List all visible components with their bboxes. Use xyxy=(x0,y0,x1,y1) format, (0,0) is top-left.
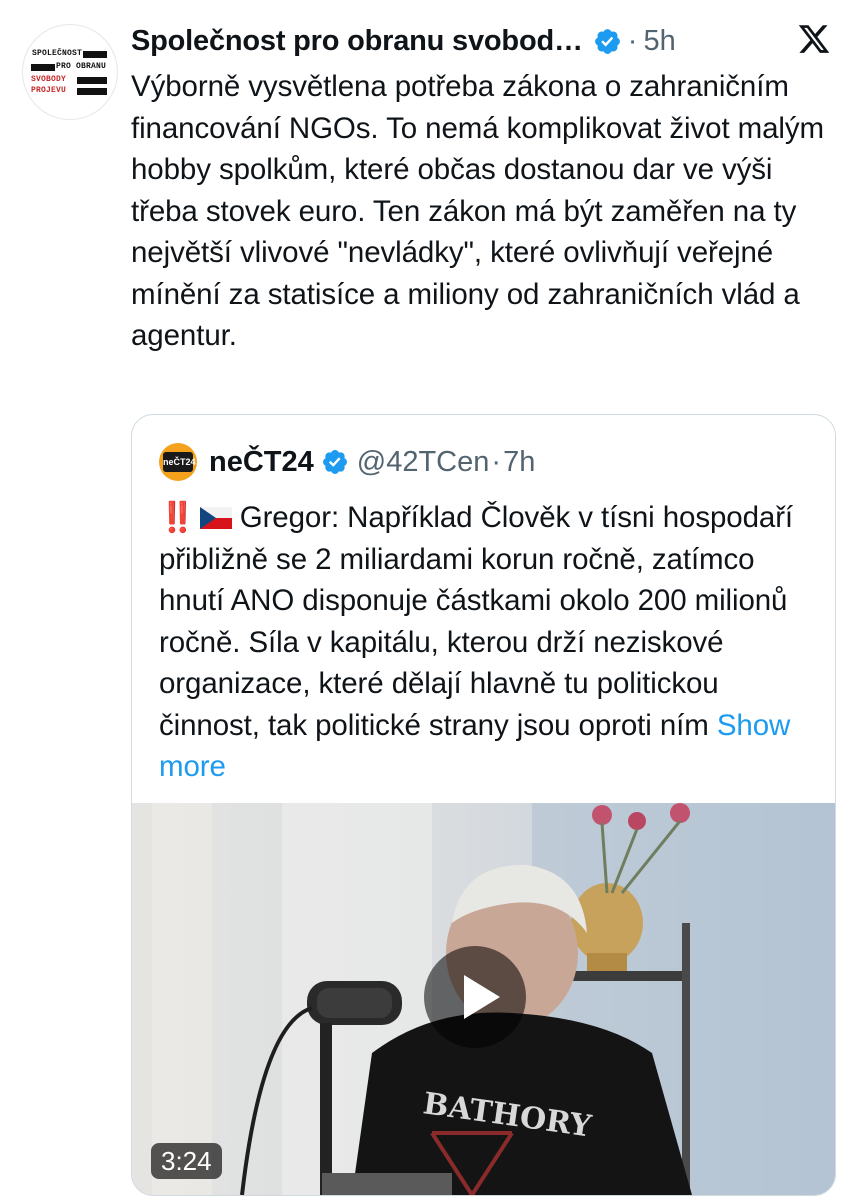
czech-flag-icon xyxy=(199,507,232,529)
separator-dot: · xyxy=(491,445,502,478)
author-avatar[interactable]: SPOLEČNOST PRO OBRANU SVOBODY PROJEVU xyxy=(22,24,118,120)
separator-dot: · xyxy=(627,24,638,57)
avatar-text-line-2: PRO OBRANU xyxy=(55,62,108,71)
verified-badge-icon xyxy=(594,28,620,54)
double-exclamation-icon: ‼️ xyxy=(159,501,196,534)
tweet-header: Společnost pro obranu svobod… · 5h xyxy=(131,24,676,58)
avatar-bar xyxy=(77,77,107,84)
quoted-avatar[interactable]: neČT24 xyxy=(159,443,197,481)
x-logo-icon[interactable] xyxy=(797,22,831,56)
quoted-avatar-text: neČT24 xyxy=(163,452,196,472)
quoted-body: Gregor: Například Člověk v tísni hospoda… xyxy=(159,501,794,742)
avatar-bar xyxy=(77,88,107,95)
avatar-text-line-4: PROJEVU xyxy=(31,86,67,95)
play-icon xyxy=(464,975,500,1019)
quoted-tweet[interactable]: neČT24 neČT24 @42TCen · 7h ‼️ Gregor: Nap… xyxy=(131,414,836,1196)
quoted-time[interactable]: 7h xyxy=(503,446,535,479)
quoted-handle[interactable]: @42TCen xyxy=(357,446,490,479)
tweet-text: Výborně vysvětlena potřeba zákona o zahr… xyxy=(131,70,824,352)
quoted-text: ‼️ Gregor: Například Člověk v tísni hospo… xyxy=(159,497,819,788)
avatar-text-line-3: SVOBODY xyxy=(31,75,67,84)
video-duration: 3:24 xyxy=(151,1143,222,1179)
play-button[interactable] xyxy=(424,946,526,1048)
tweet-time[interactable]: 5h xyxy=(643,25,675,58)
video-player[interactable]: BATHORY 3:24 xyxy=(132,803,835,1195)
verified-badge-icon xyxy=(322,450,347,474)
avatar-text-line-1: SPOLEČNOST xyxy=(31,49,84,58)
quoted-header: neČT24 neČT24 @42TCen · 7h xyxy=(159,443,535,481)
quoted-author-name[interactable]: neČT24 xyxy=(209,446,314,479)
author-name[interactable]: Společnost pro obranu svobod… xyxy=(131,25,583,58)
